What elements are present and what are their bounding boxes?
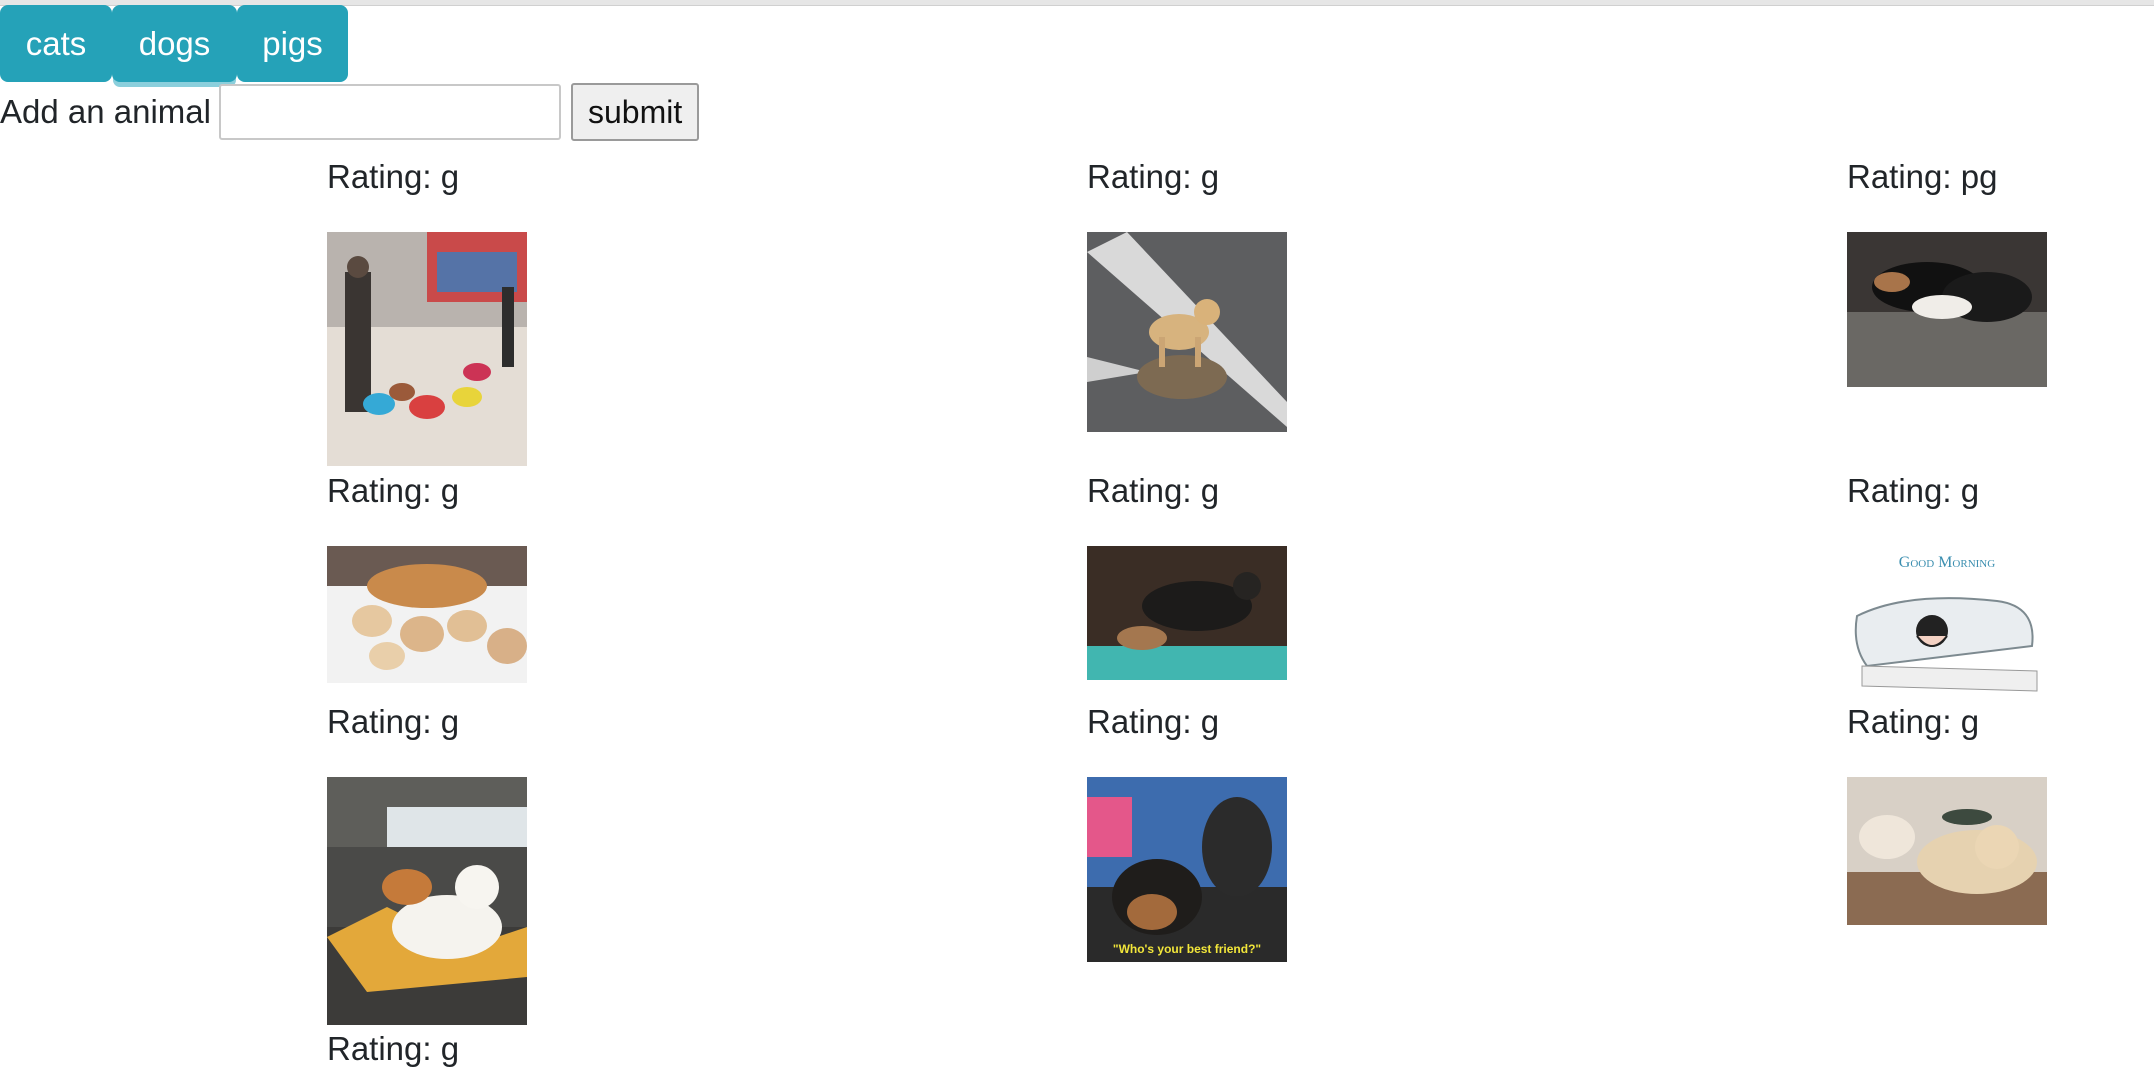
gif-item: Rating: g bbox=[327, 471, 547, 683]
dog-gif-image[interactable] bbox=[1847, 777, 2047, 925]
gif-item: Rating: g bbox=[1847, 702, 2067, 925]
animal-input[interactable] bbox=[218, 84, 561, 140]
dog-gif-image[interactable] bbox=[327, 777, 527, 1025]
dog-gif-image[interactable] bbox=[1847, 232, 2047, 387]
rating-label: Rating: g bbox=[327, 1030, 460, 1067]
add-animal-form: Add an animal submit bbox=[0, 82, 700, 142]
gif-caption-text: "Who's your best friend?" bbox=[1112, 942, 1262, 956]
rating-label: Rating: g bbox=[1087, 158, 1220, 195]
dog-gif-image[interactable] bbox=[327, 232, 527, 466]
rating-label: Rating: g bbox=[1847, 703, 1980, 740]
rating-label: Rating: g bbox=[1087, 703, 1220, 740]
dog-gif-image[interactable]: "Who's your best friend?" bbox=[1087, 777, 1287, 962]
submit-button[interactable]: submit bbox=[570, 83, 700, 141]
gif-item: Rating: pg bbox=[1847, 157, 2067, 387]
gif-item: Rating: g "Who's your best friend?" bbox=[1087, 702, 1307, 962]
dog-gif-image[interactable] bbox=[1087, 546, 1287, 680]
cats-button[interactable]: cats bbox=[0, 5, 112, 82]
rating-label: Rating: pg bbox=[1847, 158, 1998, 195]
rating-label: Rating: g bbox=[327, 158, 460, 195]
animal-button-bar: cats dogs pigs bbox=[0, 5, 348, 82]
gif-item: Rating: g Rating: g bbox=[327, 702, 547, 1067]
rating-label: Rating: g bbox=[1087, 472, 1220, 509]
dogs-button[interactable]: dogs bbox=[112, 5, 237, 82]
rating-label: Rating: g bbox=[327, 472, 460, 509]
add-animal-label: Add an animal bbox=[0, 93, 211, 130]
gif-item: Rating: g bbox=[327, 157, 547, 466]
cartoon-gif-image[interactable]: Good Morning bbox=[1847, 546, 2047, 696]
rating-label: Rating: g bbox=[1847, 472, 1980, 509]
pigs-button[interactable]: pigs bbox=[237, 5, 348, 82]
dog-gif-image[interactable] bbox=[1087, 232, 1287, 432]
dog-gif-image[interactable] bbox=[327, 546, 527, 683]
rating-label: Rating: g bbox=[327, 703, 460, 740]
gif-item: Rating: g Good Morning bbox=[1847, 471, 2067, 696]
gif-caption-text: Good Morning bbox=[1898, 554, 1996, 571]
gif-item: Rating: g bbox=[1087, 471, 1307, 680]
gif-item: Rating: g bbox=[1087, 157, 1307, 432]
